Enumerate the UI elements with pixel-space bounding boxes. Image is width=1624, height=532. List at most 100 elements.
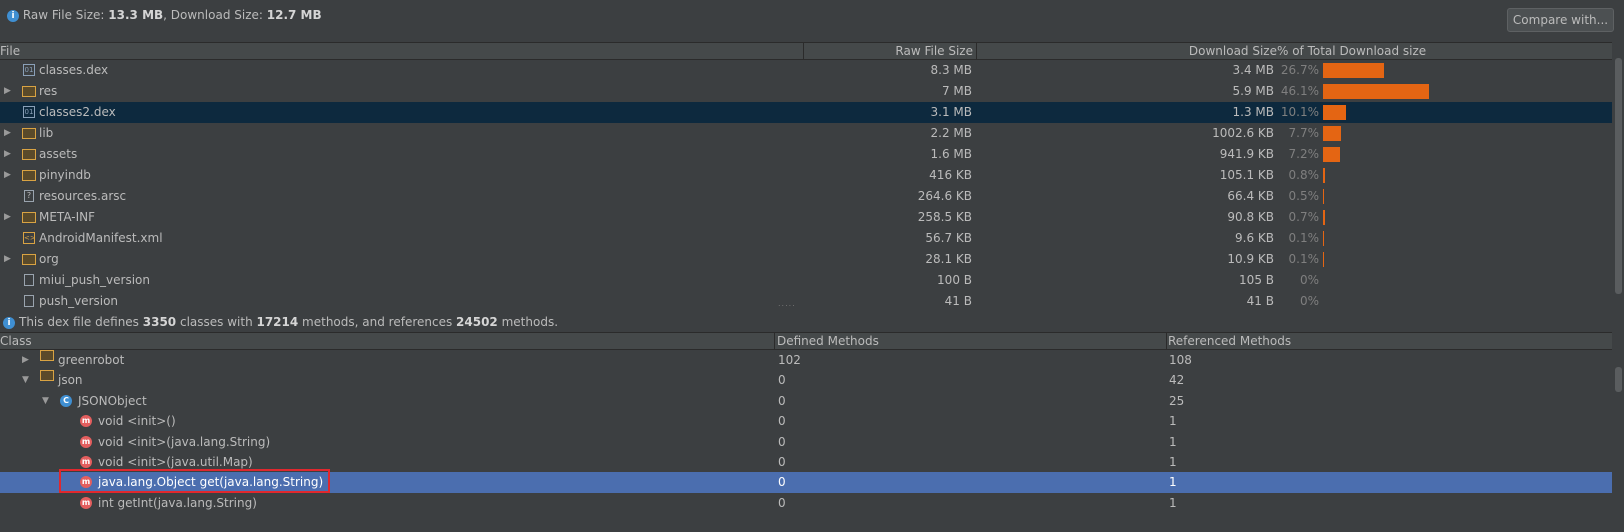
download-size: 66.4 KB <box>1227 189 1274 203</box>
file-name: push_version <box>39 294 119 308</box>
folder-icon <box>22 170 36 181</box>
raw-size: 56.7 KB <box>925 231 972 245</box>
file-row[interactable]: miui_push_version 100 B 105 B 0% <box>0 270 1612 291</box>
defined-methods-count: 0 <box>778 393 786 408</box>
dex-method-count: 17214 <box>256 315 299 329</box>
collapse-arrow-icon[interactable]: ▼ <box>22 370 29 390</box>
download-size-value: 12.7 MB <box>266 8 322 22</box>
column-header-percent[interactable]: % of Total Download size <box>1277 43 1426 59</box>
defined-methods-count: 0 <box>778 434 786 449</box>
column-header-file[interactable]: File <box>0 43 20 59</box>
file-row[interactable]: 01 classes.dex 8.3 MB 3.4 MB 26.7% <box>0 60 1612 81</box>
compare-with-button[interactable]: Compare with... <box>1507 8 1614 32</box>
class-member-name: json <box>58 373 83 388</box>
expand-arrow-icon[interactable]: ▶ <box>4 123 11 144</box>
file-row[interactable]: ▶ assets 1.6 MB 941.9 KB 7.2% <box>0 144 1612 165</box>
package-icon <box>40 370 54 382</box>
download-share-bar <box>1323 63 1384 78</box>
class-row[interactable]: ▼ C JSONObject 0 25 <box>0 391 1612 411</box>
raw-size: 7 MB <box>941 84 972 98</box>
class-row[interactable]: m void <init>() 0 1 <box>0 411 1612 431</box>
raw-size: 28.1 KB <box>925 252 972 266</box>
raw-size-label: Raw File Size: <box>22 8 109 22</box>
download-size: 5.9 MB <box>1232 84 1274 98</box>
raw-size: 1.6 MB <box>930 147 972 161</box>
referenced-methods-count: 42 <box>1169 373 1185 388</box>
expand-arrow-icon[interactable]: ▶ <box>22 350 29 370</box>
download-share-bar <box>1323 252 1324 267</box>
class-row[interactable]: m void <init>(java.lang.String) 0 1 <box>0 432 1612 452</box>
download-size: 41 B <box>1246 294 1274 308</box>
referenced-methods-count: 25 <box>1169 393 1185 408</box>
raw-size: 3.1 MB <box>930 105 972 119</box>
folder-icon <box>22 86 36 97</box>
raw-size-value: 13.3 MB <box>108 8 164 22</box>
file-name: classes.dex <box>39 63 109 77</box>
download-share-bar <box>1323 189 1324 204</box>
file-row[interactable]: 01 classes2.dex 3.1 MB 1.3 MB 10.1% <box>0 102 1612 123</box>
defined-methods-count: 0 <box>778 454 786 469</box>
class-member-name: void <init>() <box>98 414 176 429</box>
file-row[interactable]: <> AndroidManifest.xml 56.7 KB 9.6 KB 0.1% <box>0 228 1612 249</box>
percent-value: 7.2% <box>1288 147 1320 161</box>
expand-arrow-icon[interactable]: ▶ <box>4 207 11 228</box>
class-row[interactable]: ▼ json 0 42 <box>0 370 1612 390</box>
file-table: File Raw File Size Download Size % of To… <box>0 42 1612 312</box>
folder-icon <box>22 149 36 160</box>
column-header-referenced-methods[interactable]: Referenced Methods <box>1168 333 1291 349</box>
download-share-bar <box>1323 147 1340 162</box>
dex-info-prefix: This dex file defines <box>19 315 143 329</box>
column-header-class[interactable]: Class <box>0 333 32 349</box>
file-rows: 01 classes.dex 8.3 MB 3.4 MB 26.7% ▶ res 7 MB 5.… <box>0 60 1612 312</box>
column-header-download-size[interactable]: Download Size <box>976 43 1277 59</box>
file-name: miui_push_version <box>39 273 150 287</box>
column-header-defined-methods[interactable]: Defined Methods <box>777 333 879 349</box>
splitter-handle[interactable]: ..... <box>778 300 795 308</box>
file-row[interactable]: ? resources.arsc 264.6 KB 66.4 KB 0.5% <box>0 186 1612 207</box>
class-row[interactable]: m int getInt(java.lang.String) 0 1 <box>0 493 1612 513</box>
file-row[interactable]: ▶ pinyindb 416 KB 105.1 KB 0.8% <box>0 165 1612 186</box>
raw-size: 258.5 KB <box>917 210 972 224</box>
expand-arrow-icon[interactable]: ▶ <box>4 249 11 270</box>
class-table-scrollbar[interactable] <box>1615 367 1622 392</box>
download-size: 10.9 KB <box>1227 252 1274 266</box>
download-share-bar <box>1323 210 1325 225</box>
percent-value: 0.5% <box>1288 189 1320 203</box>
download-size: 1.3 MB <box>1232 105 1274 119</box>
defined-methods-count: 0 <box>778 373 786 388</box>
method-icon: m <box>80 496 92 509</box>
file-table-scrollbar[interactable] <box>1615 58 1622 294</box>
text-file-icon <box>24 295 34 307</box>
collapse-arrow-icon[interactable]: ▼ <box>42 391 49 411</box>
file-row[interactable]: ▶ lib 2.2 MB 1002.6 KB 7.7% <box>0 123 1612 144</box>
text-file-icon <box>24 274 34 286</box>
raw-size: 416 KB <box>929 168 972 182</box>
download-size: 3.4 MB <box>1232 63 1274 77</box>
download-size: 105.1 KB <box>1219 168 1274 182</box>
download-share-bar <box>1323 84 1429 99</box>
expand-arrow-icon[interactable]: ▶ <box>4 81 11 102</box>
file-name: assets <box>39 147 78 161</box>
file-name: resources.arsc <box>39 189 127 203</box>
folder-icon <box>22 254 36 265</box>
raw-size: 8.3 MB <box>930 63 972 77</box>
file-row[interactable]: ▶ res 7 MB 5.9 MB 46.1% <box>0 81 1612 102</box>
download-share-bar <box>1323 168 1325 183</box>
file-name: AndroidManifest.xml <box>39 231 163 245</box>
referenced-methods-count: 108 <box>1169 353 1192 367</box>
class-row[interactable]: ▶ greenrobot 102 108 <box>0 350 1612 370</box>
dex-file-icon: 01 <box>23 106 35 118</box>
expand-arrow-icon[interactable]: ▶ <box>4 165 11 186</box>
file-row[interactable]: push_version 41 B 41 B 0% <box>0 291 1612 312</box>
file-row[interactable]: ▶ META-INF 258.5 KB 90.8 KB 0.7% <box>0 207 1612 228</box>
percent-value: 10.1% <box>1280 105 1319 119</box>
file-row[interactable]: ▶ org 28.1 KB 10.9 KB 0.1% <box>0 249 1612 270</box>
column-header-raw-size[interactable]: Raw File Size <box>806 43 973 59</box>
raw-size: 41 B <box>944 294 972 308</box>
raw-size: 100 B <box>937 273 972 287</box>
expand-arrow-icon[interactable]: ▶ <box>4 144 11 165</box>
unknown-file-icon: ? <box>24 190 34 202</box>
dex-info-suffix: methods. <box>497 315 559 329</box>
download-share-bar <box>1323 231 1324 246</box>
download-size: 1002.6 KB <box>1212 126 1274 140</box>
